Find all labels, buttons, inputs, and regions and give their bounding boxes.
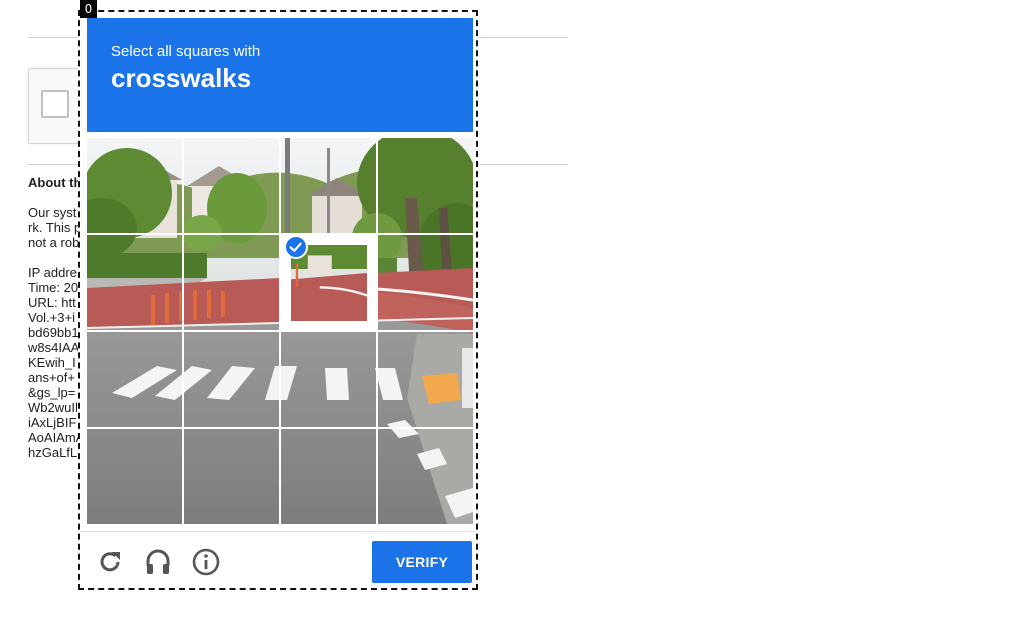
verify-button[interactable]: VERIFY (372, 541, 472, 583)
challenge-prompt: Select all squares with crosswalks (87, 18, 473, 132)
grid-tile-r0-c0[interactable] (87, 138, 182, 233)
audio-challenge-button[interactable] (142, 546, 174, 578)
grid-tile-r0-c1[interactable] (184, 138, 279, 233)
about-line: bd69bb1 (28, 325, 79, 340)
headphones-icon (146, 549, 170, 574)
reload-button[interactable] (94, 546, 126, 578)
info-icon (192, 548, 220, 576)
about-line: IP addre (28, 265, 77, 280)
grid-tile-r2-c2[interactable] (281, 332, 376, 427)
about-heading: About th (28, 175, 82, 190)
about-line: w8s4IAA (28, 340, 80, 355)
about-line: hzGaLfL (28, 445, 78, 460)
grid-tile-r0-c2[interactable] (281, 138, 376, 233)
about-line: &gs_lp= (28, 385, 76, 400)
footer-divider (80, 531, 476, 532)
grid-tile-r1-c1[interactable] (184, 235, 279, 330)
recaptcha-checkbox[interactable] (41, 90, 69, 118)
grid-tile-r3-c3[interactable] (378, 429, 473, 524)
checkmark-icon (284, 235, 308, 259)
grid-tile-r0-c3[interactable] (378, 138, 473, 233)
grid-tile-r1-c3[interactable] (378, 235, 473, 330)
about-line: not a rob (28, 235, 80, 250)
grid-tile-r2-c1[interactable] (184, 332, 279, 427)
about-line: AoAIAmA (28, 430, 85, 445)
about-line: Wb2wuIl (28, 400, 78, 415)
about-line: rk. This p (28, 220, 82, 235)
about-line: Time: 20 (28, 280, 79, 295)
reload-icon (100, 552, 120, 572)
about-line: URL: htt (28, 295, 76, 310)
about-line: ans+of+ (28, 370, 75, 385)
grid-tile-r3-c2[interactable] (281, 429, 376, 524)
image-grid (87, 138, 473, 524)
grid-tile-r3-c1[interactable] (184, 429, 279, 524)
prompt-instruction: Select all squares with (111, 43, 261, 60)
about-line: KEwih_I (28, 355, 76, 370)
about-line: Our syst (28, 205, 77, 220)
grid-tile-r2-c3[interactable] (378, 332, 473, 427)
grid-tile-r3-c0[interactable] (87, 429, 182, 524)
about-text: Our syst rk. This p not a rob IP addre T… (28, 205, 84, 460)
grid-tile-r1-c0[interactable] (87, 235, 182, 330)
about-line (28, 250, 84, 265)
grid-tile-r2-c0[interactable] (87, 332, 182, 427)
prompt-target: crosswalks (111, 63, 252, 93)
info-button[interactable] (190, 546, 222, 578)
frame-index-label: 0 (80, 0, 97, 18)
about-line: iAxLjBIF (28, 415, 77, 430)
about-line: Vol.+3+i (28, 310, 75, 325)
